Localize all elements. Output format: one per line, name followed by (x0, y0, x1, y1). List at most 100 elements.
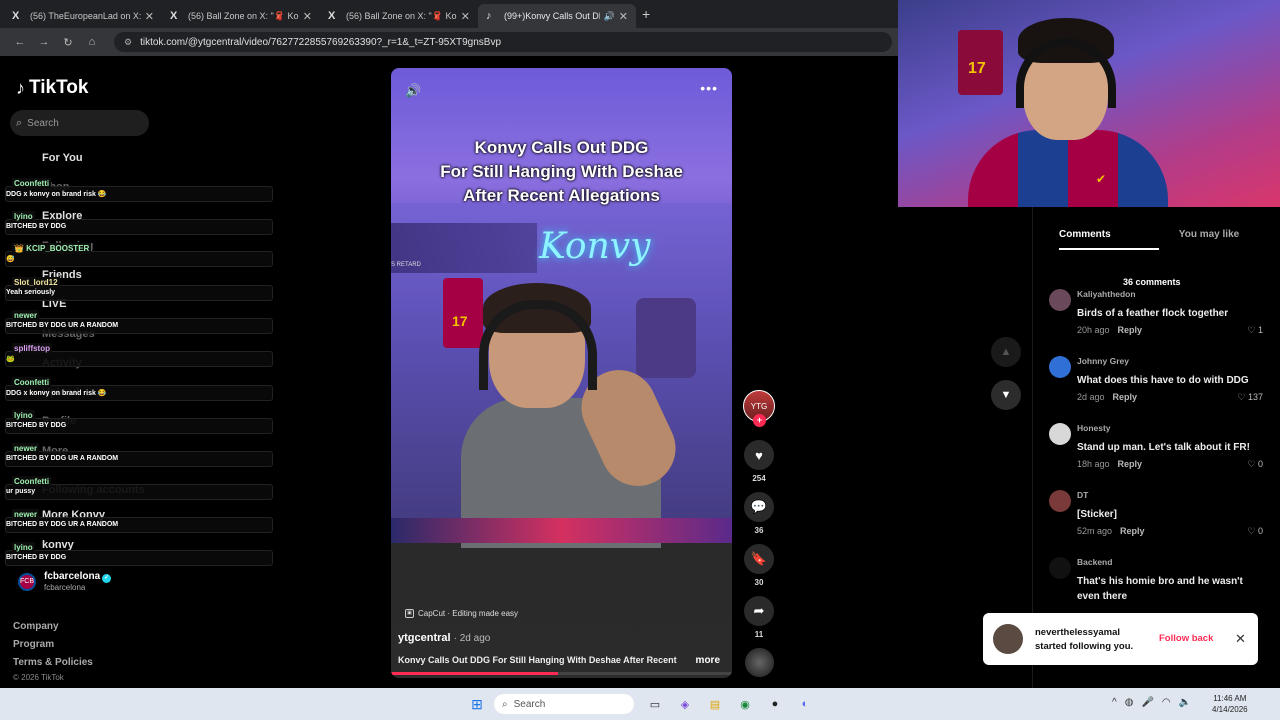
home-icon[interactable]: ⌂ (80, 36, 104, 48)
copilot-icon[interactable]: ◈ (676, 695, 694, 713)
chat-message: ur pussy (6, 488, 36, 495)
footer-link-program[interactable]: Program (13, 639, 54, 650)
task-view-icon[interactable]: ▭ (646, 695, 664, 713)
avatar[interactable] (1049, 490, 1071, 512)
comment-username[interactable]: Johnny Grey (1077, 356, 1129, 366)
follow-back-button[interactable]: Follow back (1159, 633, 1213, 644)
tab-you-may-like[interactable]: You may like (1159, 229, 1259, 250)
file-explorer-icon[interactable]: ▤ (706, 695, 724, 713)
tab-favicon-icon: ♪ (486, 10, 492, 22)
back-icon[interactable]: ← (8, 36, 32, 48)
account-name: fcbarcelona (44, 571, 101, 582)
like-icon[interactable]: ♥ (744, 440, 774, 470)
address-bar-row: ← → ↻ ⌂ ⚙ tiktok.com/@ytgcentral/video/7… (0, 28, 900, 56)
follow-plus-icon[interactable]: + (753, 414, 766, 427)
comment-icon[interactable]: 💬 (744, 492, 774, 522)
close-tab-icon[interactable]: ✕ (145, 10, 154, 23)
close-tab-icon[interactable]: ✕ (303, 10, 312, 23)
browser-tab[interactable]: ♪ (99+)Konvy Calls Out DDG 🔊 ✕ (478, 4, 636, 28)
reply-button[interactable]: Reply (1118, 459, 1143, 469)
avatar[interactable] (1049, 423, 1071, 445)
avatar[interactable] (1049, 356, 1071, 378)
chrome-icon[interactable]: ◉ (736, 695, 754, 713)
share-icon[interactable]: ➦ (744, 596, 774, 626)
taskbar-clock[interactable]: 11:46 AM 4/14/2026 (1212, 693, 1248, 715)
site-info-icon[interactable]: ⚙ (124, 37, 132, 48)
avatar[interactable] (1049, 557, 1071, 579)
verified-icon: ✓ (102, 574, 112, 583)
comment-like[interactable]: ♡ 0 (1247, 526, 1263, 537)
tab-label: (56) Ball Zone on X: "🧣 Koke: (346, 10, 457, 21)
more-options-icon[interactable]: ••• (700, 80, 718, 96)
led-strip (391, 518, 732, 543)
next-video-button[interactable]: ▼ (991, 380, 1021, 410)
follower-name[interactable]: neverthelessyamal (1035, 627, 1120, 638)
video-author[interactable]: ytgcentral · 2d ago (398, 632, 490, 644)
webcam-overlay: 17 ✔ (898, 0, 1280, 207)
video-player[interactable]: S RETARD Konvy 17 Konvy Calls Out DDG Fo… (391, 68, 732, 678)
capcut-tag[interactable]: ▣ CapCut · Editing made easy (405, 609, 518, 618)
windows-start-icon[interactable]: ⊞ (468, 695, 486, 713)
chevron-up-icon[interactable]: ^ (1112, 697, 1117, 708)
comment-username[interactable]: Backend (1077, 557, 1112, 567)
audio-playing-icon[interactable]: 🔊 (604, 11, 615, 22)
close-icon[interactable]: ✕ (1235, 631, 1246, 647)
wifi-icon[interactable]: ◠ (1162, 697, 1171, 708)
neon-sign: Konvy (539, 226, 651, 267)
tiktok-logo[interactable]: ♪ TikTok (16, 77, 88, 99)
browser-tab[interactable]: X (56) TheEuropeanLad on X: "Re ✕ (4, 4, 162, 28)
bookmark-icon[interactable]: 🔖 (744, 544, 774, 574)
reply-button[interactable]: Reply (1113, 392, 1138, 402)
browser-tab[interactable]: X (56) Ball Zone on X: "🧣 Koke: ✕ (320, 4, 478, 28)
search-icon: ⌕ (16, 116, 23, 129)
volume-icon[interactable]: 🔈 (1179, 697, 1191, 708)
comment-like-count: 1 (1257, 325, 1263, 335)
close-tab-icon[interactable]: ✕ (461, 10, 470, 23)
comment-like[interactable]: ♡ 137 (1237, 392, 1263, 403)
comment-username[interactable]: Kaliyahthedon (1077, 289, 1136, 299)
like-action: ♥ 254 (743, 440, 775, 483)
chat-message: 🐸 (6, 356, 15, 363)
close-tab-icon[interactable]: ✕ (619, 10, 628, 23)
chat-message: DDG x konvy on brand risk 😂 (6, 390, 107, 397)
streamer-shirt (968, 130, 1168, 207)
sidebar-item-for-you[interactable]: For You (42, 152, 83, 164)
tiktok-note-icon: ♪ (16, 77, 25, 98)
network-icon[interactable]: ◍ (1125, 697, 1134, 708)
chat-message: BITCHED BY DDG UR A RANDOM (6, 322, 119, 329)
tab-comments[interactable]: Comments (1059, 229, 1159, 250)
music-disc-icon[interactable] (745, 648, 774, 677)
video-progress-bar[interactable] (391, 672, 732, 675)
app-icon[interactable]: ● (766, 695, 784, 713)
search-input[interactable]: ⌕ Search (10, 110, 149, 136)
new-tab-button[interactable]: + (642, 6, 650, 22)
notification-message: started following you. (1035, 641, 1134, 652)
footer-link-company[interactable]: Company (13, 621, 59, 632)
followed-account-fcbarcelona[interactable]: FCB fcbarcelona ✓ fcbarcelona (18, 571, 112, 592)
previous-video-button[interactable]: ▲ (991, 337, 1021, 367)
tab-label: (56) TheEuropeanLad on X: "Re (30, 11, 141, 21)
browser-tab[interactable]: X (56) Ball Zone on X: "🧣 Koke: ✕ (162, 4, 320, 28)
comment-username[interactable]: DT (1077, 490, 1088, 500)
volume-icon[interactable]: 🔊 (405, 83, 421, 99)
reply-button[interactable]: Reply (1120, 526, 1145, 536)
reply-button[interactable]: Reply (1118, 325, 1143, 335)
chat-username: Coonfetti (12, 476, 52, 487)
avatar[interactable] (1049, 289, 1071, 311)
taskbar-search[interactable]: ⌕ Search (494, 694, 634, 714)
mic-icon[interactable]: 🎤 (1141, 697, 1153, 708)
capcut-text: CapCut · Editing made easy (418, 609, 519, 618)
more-button[interactable]: more (696, 655, 720, 666)
comment-like[interactable]: ♡ 0 (1247, 459, 1263, 470)
heart-icon: ♡ (1247, 526, 1256, 536)
comment-username[interactable]: Honesty (1077, 423, 1111, 433)
discord-icon[interactable]: ◐ (796, 695, 814, 713)
avatar[interactable] (993, 624, 1023, 654)
comment-time: 2d ago (1077, 392, 1105, 402)
comment-like[interactable]: ♡ 1 (1247, 325, 1263, 336)
reload-icon[interactable]: ↻ (56, 36, 80, 49)
forward-icon[interactable]: → (32, 36, 56, 48)
chat-username: 👑 KCIP_BOOSTER (12, 243, 92, 254)
footer-link-terms[interactable]: Terms & Policies (13, 657, 93, 668)
url-field[interactable]: ⚙ tiktok.com/@ytgcentral/video/762772285… (114, 32, 892, 52)
